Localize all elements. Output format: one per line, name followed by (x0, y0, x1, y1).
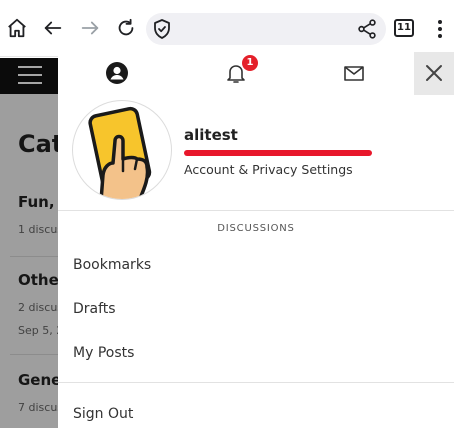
username: alitest (184, 126, 238, 144)
account-settings-link[interactable]: Account & Privacy Settings (184, 162, 353, 177)
user-drawer: 1 alitest Account & Privacy Settings DIS… (58, 52, 454, 428)
menu-item-drafts[interactable]: Drafts (73, 301, 116, 317)
menu-item-sign-out[interactable]: Sign Out (73, 406, 133, 422)
close-icon[interactable] (425, 64, 443, 82)
drawer-tabs: 1 (58, 52, 454, 96)
envelope-icon[interactable] (342, 61, 366, 85)
avatar[interactable] (72, 100, 172, 200)
menu-divider (58, 382, 454, 383)
browser-toolbar: 11 (0, 0, 454, 57)
back-arrow-icon[interactable] (40, 15, 66, 41)
redaction-bar (184, 150, 372, 156)
profile-section: alitest Account & Privacy Settings (58, 96, 454, 211)
section-heading: DISCUSSIONS (217, 223, 295, 234)
menu-item-bookmarks[interactable]: Bookmarks (73, 257, 151, 273)
menu-item-my-posts[interactable]: My Posts (73, 345, 134, 361)
address-bar[interactable] (146, 13, 386, 45)
reload-icon[interactable] (113, 15, 139, 41)
home-icon[interactable] (4, 15, 30, 41)
forward-arrow-icon[interactable] (77, 15, 103, 41)
share-icon[interactable] (356, 18, 378, 40)
shield-icon[interactable] (150, 17, 174, 41)
tab-count-button[interactable]: 11 (394, 19, 414, 37)
kebab-menu-icon[interactable] (430, 17, 450, 41)
close-button[interactable] (414, 52, 454, 95)
user-icon[interactable] (105, 61, 129, 85)
notification-badge: 1 (242, 55, 258, 71)
